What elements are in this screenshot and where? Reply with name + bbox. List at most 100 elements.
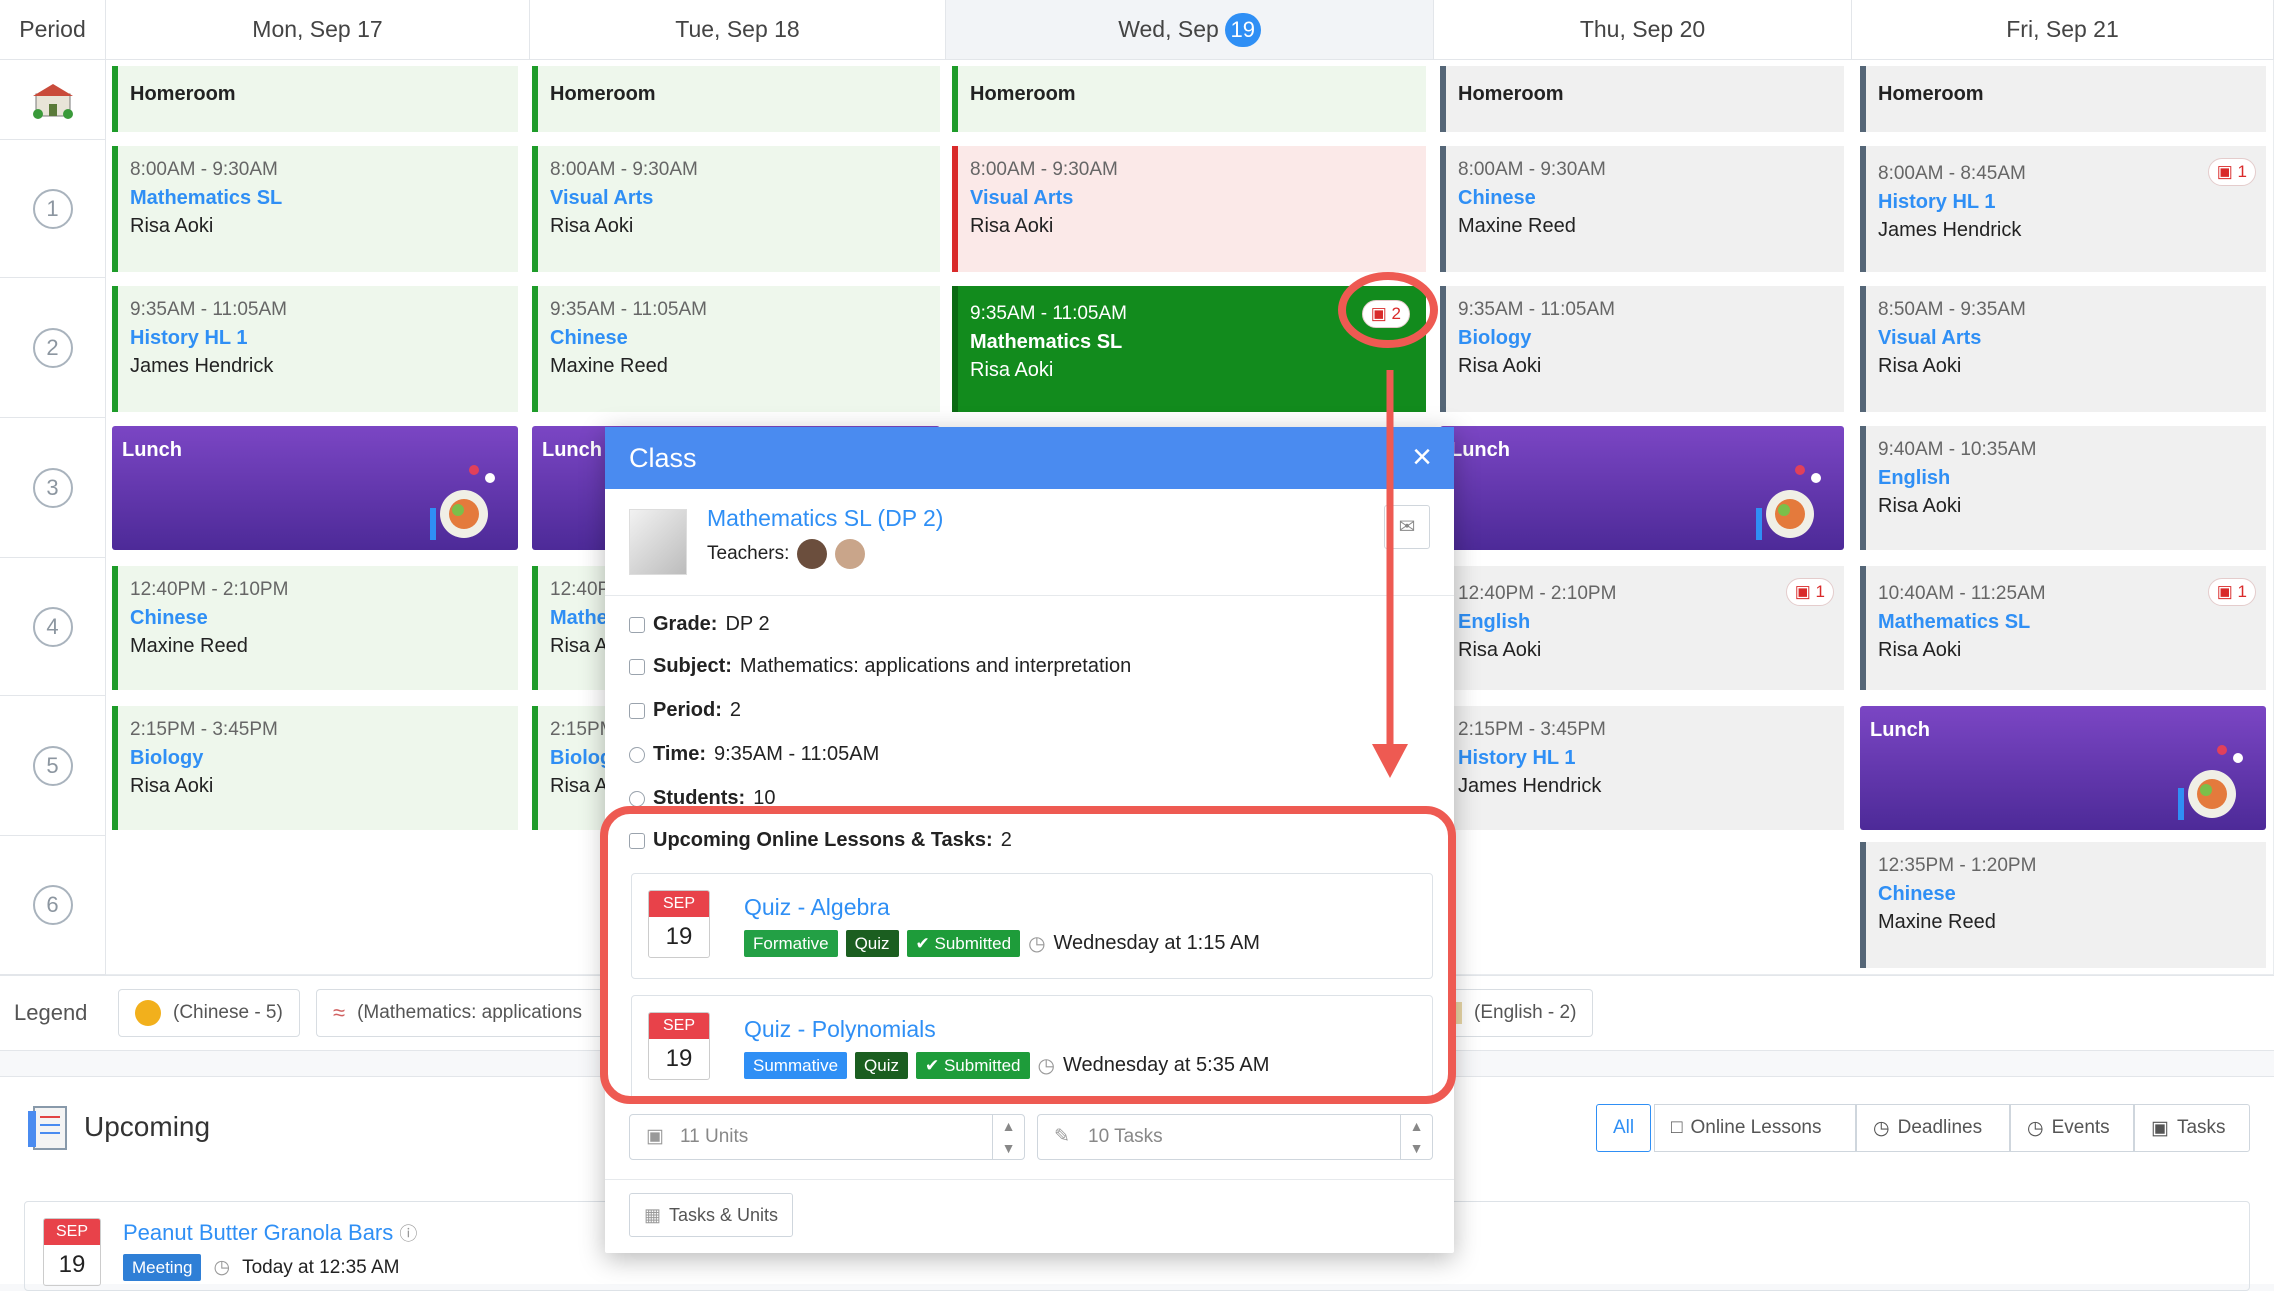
period-2: 2 — [0, 278, 106, 418]
upcoming-title: Upcoming — [84, 1111, 211, 1142]
class-modal: Class × Mathematics SL (DP 2) Teachers: ✉… — [605, 427, 1454, 1253]
lunch-plate-icon — [2178, 745, 2243, 820]
homeroom-mon[interactable]: Homeroom — [112, 66, 518, 132]
day-header-tue[interactable]: Tue, Sep 18 — [530, 0, 946, 60]
task-count-badge[interactable]: ▣ 2 — [1361, 300, 1410, 328]
day-label: Mon, Sep 17 — [252, 16, 383, 42]
quiz-tag: Quiz — [845, 930, 899, 957]
task-meta: Formative Quiz ✔ Submitted ◷ Wednesday a… — [744, 930, 1260, 957]
task-title-link[interactable]: Quiz - Polynomials — [744, 1016, 936, 1043]
units-select[interactable]: ▣ 11 Units ▲ ▼ — [629, 1114, 1025, 1160]
modal-title: Class — [629, 442, 697, 473]
legend-item-english[interactable]: (English - 2) — [1440, 989, 1594, 1037]
day-header-fri[interactable]: Fri, Sep 21 — [1852, 0, 2274, 60]
class-thu-1[interactable]: 8:00AM - 9:30AM Chinese Maxine Reed — [1440, 146, 1844, 272]
legend-item-mathematics[interactable]: ≈ (Mathematics: applications — [316, 989, 606, 1037]
class-teacher: Risa Aoki — [970, 359, 1054, 381]
class-subject: Visual Arts — [970, 187, 1074, 209]
task-count-badge[interactable]: ▣ 1 — [1785, 578, 1834, 606]
task-time: Wednesday at 1:15 AM — [1053, 932, 1260, 954]
grade-label: Grade: — [653, 613, 718, 635]
day-header-wed[interactable]: Wed, Sep 19 — [946, 0, 1434, 60]
period-3: 3 — [0, 418, 106, 558]
class-wed-1[interactable]: 8:00AM - 9:30AM Visual Arts Risa Aoki — [952, 146, 1426, 272]
class-teacher: Risa Aoki — [130, 775, 214, 797]
homeroom-wed[interactable]: Homeroom — [952, 66, 1426, 132]
filter-label: All — [1613, 1117, 1635, 1138]
day-header-mon[interactable]: Mon, Sep 17 — [106, 0, 530, 60]
lunch-thu[interactable]: Lunch — [1440, 426, 1844, 550]
tasks-placeholder: 10 Tasks — [1088, 1126, 1163, 1147]
class-teacher: Risa Aoki — [1458, 639, 1542, 661]
class-fri-1[interactable]: 8:00AM - 8:45AM History HL 1 James Hendric… — [1860, 146, 2266, 272]
task-title-link[interactable]: Quiz - Algebra — [744, 894, 890, 921]
users-icon — [629, 790, 645, 807]
badge-count: 1 — [2237, 162, 2247, 181]
class-teacher: Risa Aoki — [1878, 639, 1962, 661]
class-fri-3[interactable]: 9:40AM - 10:35AM English Risa Aoki — [1860, 426, 2266, 550]
class-fri-2[interactable]: 8:50AM - 9:35AM Visual Arts Risa Aoki — [1860, 286, 2266, 412]
class-teacher: Maxine Reed — [550, 355, 668, 377]
class-time: 12:40PM - 2:10PM — [130, 579, 289, 600]
teacher-avatar[interactable] — [835, 539, 866, 569]
homeroom-fri[interactable]: Homeroom — [1860, 66, 2266, 132]
date-month: SEP — [44, 1219, 100, 1245]
class-tue-2[interactable]: 9:35AM - 11:05AM Chinese Maxine Reed — [532, 286, 940, 412]
period-row: Period: 2 — [629, 699, 741, 722]
class-fri-4[interactable]: 10:40AM - 11:25AM Mathematics SL Risa Aoki… — [1860, 566, 2266, 690]
class-name-link[interactable]: Mathematics SL (DP 2) — [707, 505, 943, 532]
class-mon-5[interactable]: 2:15PM - 3:45PM Biology Risa Aoki — [112, 706, 518, 830]
units-spinner[interactable]: ▲ ▼ — [992, 1115, 1024, 1159]
homeroom-tue[interactable]: Homeroom — [532, 66, 940, 132]
subject-label: Subject: — [653, 655, 732, 677]
teacher-avatar[interactable] — [797, 539, 828, 569]
class-time: 8:50AM - 9:35AM — [1878, 299, 2026, 320]
clock-icon: ◷ — [1037, 1055, 1055, 1077]
tasks-select[interactable]: ✎ 10 Tasks ▲ ▼ — [1037, 1114, 1433, 1160]
day-header-thu[interactable]: Thu, Sep 20 — [1434, 0, 1852, 60]
submitted-tag: ✔ Submitted — [916, 1052, 1030, 1079]
upcoming-count: 2 — [1000, 829, 1012, 851]
date-month: SEP — [649, 891, 709, 917]
legend-item-chinese[interactable]: (Chinese - 5) — [118, 989, 300, 1037]
day-label: Fri, Sep 21 — [2006, 16, 2119, 42]
time-value: 9:35AM - 11:05AM — [713, 743, 880, 765]
filter-events[interactable]: ◷ Events — [2010, 1104, 2134, 1152]
unit-icon: ▣ — [646, 1126, 664, 1147]
filter-deadlines[interactable]: ◷ Deadlines — [1856, 1104, 2010, 1152]
task-card[interactable]: SEP 19 Quiz - Polynomials Summative Quiz … — [631, 995, 1433, 1101]
lunch-fri[interactable]: Lunch — [1860, 706, 2266, 830]
message-button[interactable]: ✉ — [1384, 505, 1430, 549]
filter-all[interactable]: All — [1596, 1104, 1652, 1152]
homeroom-thu[interactable]: Homeroom — [1440, 66, 1844, 132]
task-card[interactable]: SEP 19 Quiz - Algebra Formative Quiz ✔ Su… — [631, 873, 1433, 979]
class-subject: Chinese — [550, 327, 628, 349]
teachers-label: Teachers: — [707, 543, 790, 564]
students-label: Students: — [653, 787, 746, 809]
formative-tag: Formative — [744, 930, 838, 957]
class-wed-2-selected[interactable]: 9:35AM - 11:05AM Mathematics SL Risa Aoki ▣… — [952, 286, 1426, 412]
upcoming-item-title[interactable]: Peanut Butter Granola Bars ⓘ — [123, 1220, 417, 1246]
class-mon-1[interactable]: 8:00AM - 9:30AM Mathematics SL Risa Aoki — [112, 146, 518, 272]
class-time: 8:00AM - 9:30AM — [1458, 159, 1606, 180]
class-thu-4[interactable]: 12:40PM - 2:10PM English Risa Aoki ▣ 1 — [1440, 566, 1844, 690]
book-icon — [629, 658, 645, 675]
filter-tasks[interactable]: ▣ Tasks — [2134, 1104, 2250, 1152]
class-mon-4[interactable]: 12:40PM - 2:10PM Chinese Maxine Reed — [112, 566, 518, 690]
tasks-spinner[interactable]: ▲ ▼ — [1400, 1115, 1432, 1159]
task-time: Wednesday at 5:35 AM — [1062, 1054, 1270, 1076]
close-icon[interactable]: × — [1404, 440, 1440, 476]
class-fri-6[interactable]: 12:35PM - 1:20PM Chinese Maxine Reed — [1860, 842, 2266, 968]
tasks-units-button[interactable]: ▦ Tasks & Units — [629, 1193, 794, 1237]
task-count-badge[interactable]: ▣ 1 — [2207, 578, 2256, 606]
lunch-mon[interactable]: Lunch — [112, 426, 518, 550]
class-mon-2[interactable]: 9:35AM - 11:05AM History HL 1 James Hendri… — [112, 286, 518, 412]
lunch-label: Lunch — [542, 439, 602, 461]
class-teacher: Risa Aoki — [1458, 355, 1542, 377]
class-time: 8:00AM - 9:30AM — [130, 159, 278, 180]
class-thu-2[interactable]: 9:35AM - 11:05AM Biology Risa Aoki — [1440, 286, 1844, 412]
class-tue-1[interactable]: 8:00AM - 9:30AM Visual Arts Risa Aoki — [532, 146, 940, 272]
filter-online-lessons[interactable]: □ Online Lessons — [1654, 1104, 1856, 1152]
class-thu-5[interactable]: 2:15PM - 3:45PM History HL 1 James Hendric… — [1440, 706, 1844, 830]
task-count-badge[interactable]: ▣ 1 — [2207, 158, 2256, 186]
